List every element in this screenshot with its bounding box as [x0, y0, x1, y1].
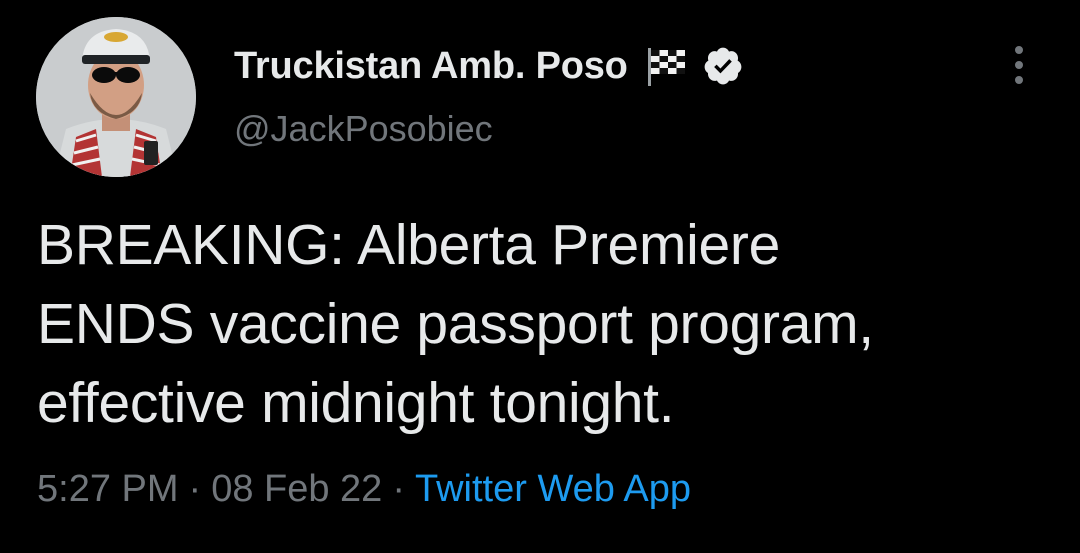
avatar[interactable]: [36, 17, 196, 177]
author-name-row: Truckistan Amb. Poso: [234, 38, 744, 94]
tweet-time[interactable]: 5:27 PM: [37, 468, 179, 510]
checkered-flag-icon: [644, 44, 690, 88]
meta-separator: ·: [188, 468, 202, 510]
meta-separator: ·: [392, 468, 405, 510]
tweet-text: BREAKING: Alberta Premiere ENDS vaccine …: [37, 213, 874, 435]
verified-badge-icon: [702, 45, 744, 87]
display-name[interactable]: Truckistan Amb. Poso: [234, 45, 628, 88]
tweet-source-link[interactable]: Twitter Web App: [415, 468, 691, 510]
author-handle[interactable]: @JackPosobiec: [234, 108, 493, 150]
tweet-date[interactable]: 08 Feb 22: [211, 468, 382, 510]
more-vertical-icon[interactable]: [1004, 42, 1034, 88]
tweet-card[interactable]: Truckistan Amb. Poso @JackPosobiec BREAK…: [0, 0, 1080, 553]
tweet-meta: 5:27 PM · 08 Feb 22 · Twitter Web App: [37, 468, 691, 511]
